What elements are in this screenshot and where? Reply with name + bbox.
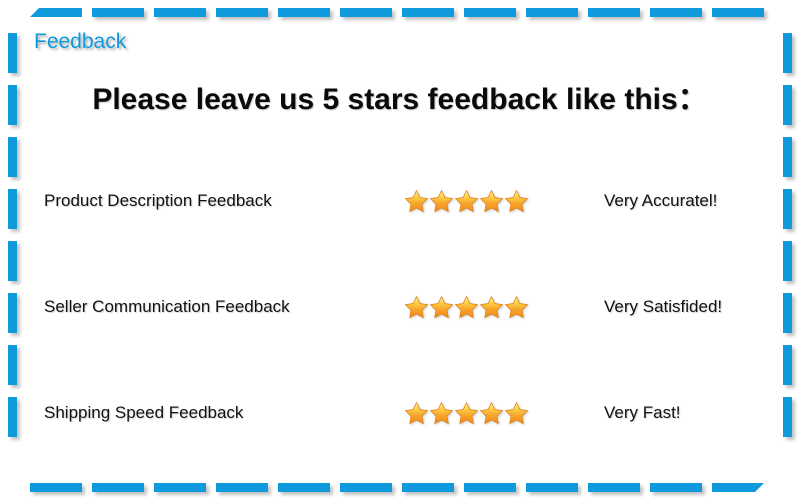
star-rating bbox=[404, 189, 529, 214]
border-dash-right bbox=[783, 397, 792, 437]
star-icon bbox=[429, 189, 454, 212]
page-title: Please leave us 5 stars feedback like th… bbox=[92, 83, 708, 116]
banner-content: Feedback Please leave us 5 stars feedbac… bbox=[22, 18, 778, 482]
star-icon bbox=[429, 295, 454, 318]
star-icon bbox=[454, 189, 479, 212]
feedback-row: Seller Communication Feedback Very Satis… bbox=[22, 254, 778, 360]
star-icon bbox=[404, 401, 429, 424]
border-dash-left bbox=[8, 85, 17, 125]
border-dash-right bbox=[783, 293, 792, 333]
star-icon bbox=[479, 401, 504, 424]
star-rating bbox=[404, 295, 529, 320]
feedback-rows: Product Description Feedback Very Accura… bbox=[22, 148, 778, 466]
border-dash-bottom bbox=[712, 483, 764, 492]
star-icon bbox=[479, 295, 504, 318]
feedback-row-label: Shipping Speed Feedback bbox=[44, 403, 244, 422]
border-dash-bottom bbox=[278, 483, 330, 492]
border-dash-bottom bbox=[526, 483, 578, 492]
border-dash-top bbox=[526, 8, 578, 17]
border-dash-left bbox=[8, 189, 17, 229]
border-dash-right bbox=[783, 345, 792, 385]
border-dash-right bbox=[783, 33, 792, 73]
feedback-row-verdict: Very Accuratel! bbox=[604, 191, 718, 210]
feedback-row: Product Description Feedback Very Accura… bbox=[22, 148, 778, 254]
star-icon bbox=[504, 401, 529, 424]
star-rating bbox=[404, 401, 529, 426]
star-icon bbox=[429, 401, 454, 424]
border-dash-right bbox=[783, 85, 792, 125]
section-label: Feedback bbox=[34, 30, 127, 53]
border-dash-top bbox=[340, 8, 392, 17]
border-dash-top bbox=[712, 8, 764, 17]
border-dash-top bbox=[650, 8, 702, 17]
border-dash-bottom bbox=[216, 483, 268, 492]
border-dash-bottom bbox=[464, 483, 516, 492]
border-dash-right bbox=[783, 137, 792, 177]
border-dash-bottom bbox=[30, 483, 82, 492]
border-dash-top bbox=[402, 8, 454, 17]
star-icon bbox=[404, 295, 429, 318]
border-dash-left bbox=[8, 241, 17, 281]
border-dash-left bbox=[8, 345, 17, 385]
feedback-row-verdict: Very Satisfided! bbox=[604, 297, 723, 316]
feedback-row-label: Seller Communication Feedback bbox=[44, 297, 290, 316]
border-dash-left bbox=[8, 33, 17, 73]
star-icon bbox=[454, 295, 479, 318]
border-dash-left bbox=[8, 397, 17, 437]
border-dash-top bbox=[216, 8, 268, 17]
star-icon bbox=[479, 189, 504, 212]
star-icon bbox=[404, 189, 429, 212]
feedback-row-label: Product Description Feedback bbox=[44, 191, 272, 210]
star-icon bbox=[504, 189, 529, 212]
border-dash-right bbox=[783, 241, 792, 281]
feedback-row: Shipping Speed Feedback Very Fast! bbox=[22, 360, 778, 466]
border-dash-top bbox=[278, 8, 330, 17]
border-dash-bottom bbox=[154, 483, 206, 492]
border-dash-bottom bbox=[340, 483, 392, 492]
border-dash-top bbox=[464, 8, 516, 17]
border-dash-top bbox=[30, 8, 82, 17]
border-dash-top bbox=[154, 8, 206, 17]
border-dash-bottom bbox=[92, 483, 144, 492]
feedback-row-verdict: Very Fast! bbox=[604, 403, 681, 422]
border-dash-top bbox=[588, 8, 640, 17]
border-dash-bottom bbox=[402, 483, 454, 492]
border-dash-left bbox=[8, 293, 17, 333]
star-icon bbox=[454, 401, 479, 424]
feedback-banner: Feedback Please leave us 5 stars feedbac… bbox=[0, 0, 800, 500]
border-dash-bottom bbox=[588, 483, 640, 492]
star-icon bbox=[504, 295, 529, 318]
border-dash-left bbox=[8, 137, 17, 177]
border-dash-right bbox=[783, 189, 792, 229]
border-dash-top bbox=[92, 8, 144, 17]
border-dash-bottom bbox=[650, 483, 702, 492]
